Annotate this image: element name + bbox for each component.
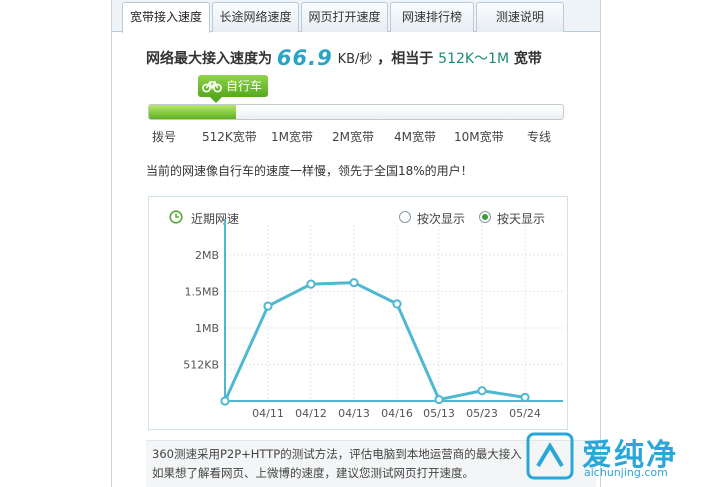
speed-series-line (223, 281, 526, 402)
scale-label-4m: 4M宽带 (394, 130, 436, 144)
x-tick-label: 04/13 (338, 407, 370, 420)
data-point (349, 278, 359, 288)
headline-suffix: 宽带 (513, 51, 542, 67)
y-tick-label: 1MB (195, 322, 219, 335)
speed-value: 66.9 (276, 46, 333, 70)
speed-unit: KB/秒 (337, 52, 373, 67)
data-point (263, 301, 273, 311)
speed-test-panel: 宽带接入速度 长途网络速度 网页打开速度 网速排行榜 测速说明 网络最大接入速度… (111, 0, 601, 487)
tab-speed-test-info[interactable]: 测速说明 (476, 2, 564, 32)
speed-status-text: 当前的网速像自行车的速度一样慢，领先于全国18%的用户！ (146, 164, 473, 178)
data-point (306, 279, 316, 289)
headline-prefix: 网络最大接入速度为 (146, 51, 272, 67)
recent-speed-chart: 近期网速 按次显示 按天显示 512KB 1MB 1.5MB 2MB 04/11 04/1… (148, 196, 568, 430)
y-tick-label: 2MB (195, 249, 219, 262)
max-speed-headline: 网络最大接入速度为 66.9 KB/秒 ，相当于 512K～1M 宽带 (146, 44, 542, 70)
scale-label-10m: 10M宽带 (454, 130, 504, 144)
scale-label-512k: 512K宽带 (202, 130, 257, 144)
tab-bar: 宽带接入速度 长途网络速度 网页打开速度 网速排行榜 测速说明 (112, 0, 600, 33)
x-tick-label: 04/16 (381, 407, 413, 420)
data-point (520, 392, 530, 402)
tab-broadband-speed[interactable]: 宽带接入速度 (122, 2, 210, 33)
x-tick-label: 05/24 (509, 407, 541, 420)
data-point (477, 386, 487, 396)
tab-speed-ranking[interactable]: 网速排行榜 (390, 2, 474, 32)
scale-label-2m: 2M宽带 (332, 130, 374, 144)
y-tick-label: 512KB (183, 358, 219, 371)
speed-level-bar (148, 104, 564, 120)
x-tick-label: 05/23 (466, 407, 498, 420)
x-tick-label: 04/12 (295, 407, 327, 420)
headline-middle: ，相当于 (377, 51, 434, 67)
bicycle-icon (202, 81, 222, 93)
watermark-domain: aichunjing.com (584, 466, 668, 479)
data-point (392, 299, 402, 309)
speed-line-plot: 512KB 1MB 1.5MB 2MB 04/11 04/12 04/13 04/16 05/1… (183, 219, 563, 420)
watermark-logo-icon (526, 432, 574, 480)
data-point (434, 394, 444, 405)
badge-label: 自行车 (226, 79, 263, 93)
speed-level-fill (149, 105, 236, 119)
bandwidth-range: 512K～1M (438, 51, 510, 67)
y-tick-label: 1.5MB (184, 285, 219, 298)
speed-level-badge: 自行车 (198, 75, 268, 103)
watermark: 爱纯净 aichunjing.com (520, 428, 709, 487)
tab-long-distance-speed[interactable]: 长途网络速度 (212, 2, 299, 32)
data-point (220, 396, 230, 406)
bandwidth-scale: 拨号 512K宽带 1M宽带 2M宽带 4M宽带 10M宽带 专线 (112, 128, 600, 148)
scale-label-1m: 1M宽带 (271, 130, 313, 144)
x-tick-label: 05/13 (423, 407, 455, 420)
tab-webpage-speed[interactable]: 网页打开速度 (301, 2, 388, 32)
scale-label-dialup: 拨号 (152, 130, 177, 144)
x-tick-label: 04/11 (252, 407, 284, 420)
scale-label-dedicated: 专线 (527, 130, 552, 144)
